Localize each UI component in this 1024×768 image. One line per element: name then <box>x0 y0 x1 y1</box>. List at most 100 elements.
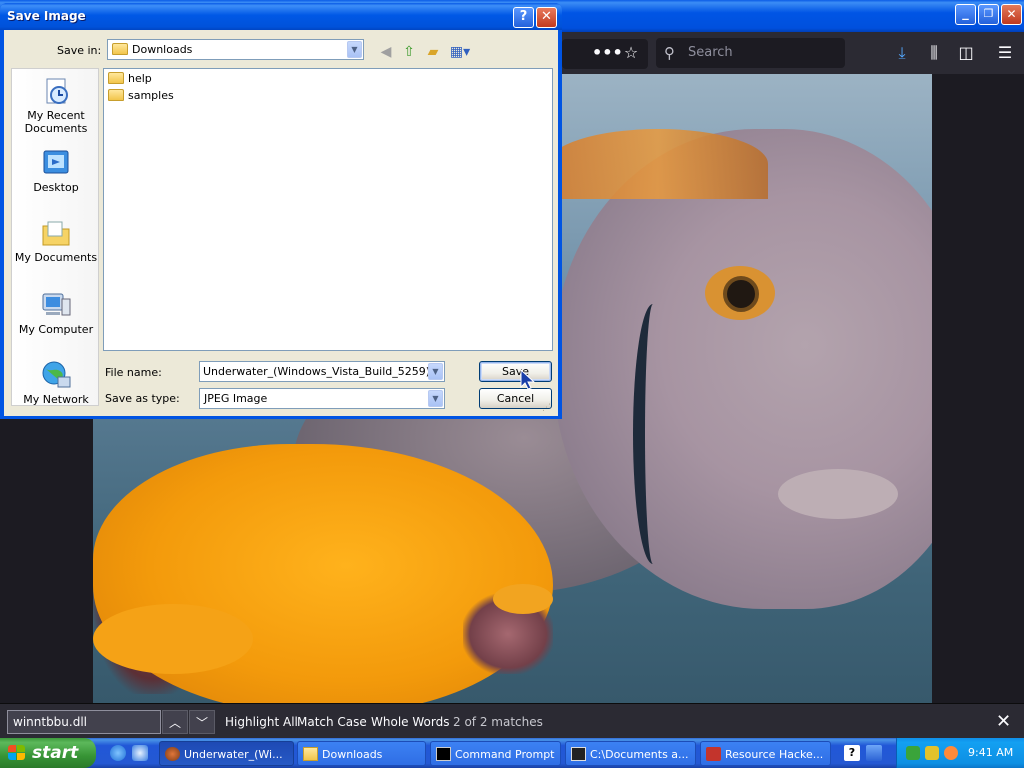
maximize-button[interactable]: ❐ <box>978 4 999 25</box>
file-name-label: File name: <box>105 366 162 379</box>
task-label: Underwater_(Wi... <box>184 748 283 761</box>
recent-documents-icon <box>46 78 68 104</box>
fish-stripe-shape <box>633 304 673 564</box>
find-status: 2 of 2 matches <box>453 715 543 729</box>
dialog-title: Save Image <box>7 9 86 23</box>
file-name-value: Underwater_(Windows_Vista_Build_5259).jp… <box>203 365 445 378</box>
network-icon[interactable] <box>906 746 920 760</box>
download-icon[interactable]: ⤓ <box>891 43 913 63</box>
task-downloads[interactable]: Downloads <box>297 741 426 766</box>
dialog-body: Save in: Downloads ▼ ◀ ⇧ ▰ ▦▾ My Recent … <box>4 30 558 416</box>
match-case-toggle[interactable]: Match Case <box>297 715 367 729</box>
save-in-label: Save in: <box>57 44 102 57</box>
list-item[interactable]: help <box>108 71 152 87</box>
fish-band-shape <box>548 129 768 199</box>
save-image-dialog: Save Image ? ✕ Save in: Downloads ▼ ◀ ⇧ … <box>0 3 562 419</box>
task-7zip[interactable]: C:\Documents a... <box>565 741 696 766</box>
place-desktop[interactable]: Desktop <box>12 147 98 194</box>
desktop-icon <box>43 150 69 174</box>
search-icon: ⚲ <box>664 44 675 62</box>
menu-icon[interactable]: ☰ <box>994 43 1016 63</box>
command-prompt-icon <box>436 747 451 761</box>
start-button[interactable]: start <box>0 738 96 768</box>
dialog-titlebar[interactable]: Save Image ? ✕ <box>0 3 562 30</box>
place-label: Desktop <box>33 181 79 194</box>
close-window-button[interactable]: ✕ <box>1001 4 1022 25</box>
save-in-value: Downloads <box>132 43 193 56</box>
find-bar: winntbbu.dll ︿ ﹀ Highlight All Match Cas… <box>0 703 1024 739</box>
help-icon[interactable]: ? <box>844 745 860 761</box>
search-tray-icon[interactable] <box>944 746 958 760</box>
start-label: start <box>32 743 79 763</box>
places-bar: My Recent Documents Desktop My Documents… <box>11 68 99 406</box>
resource-hacker-icon <box>706 747 721 761</box>
bookmark-star-icon[interactable]: ☆ <box>620 43 642 63</box>
place-my-recent-documents[interactable]: My Recent Documents <box>12 75 98 135</box>
file-list[interactable]: help samples <box>103 68 553 351</box>
folder-icon <box>108 89 124 101</box>
show-desktop-icon[interactable] <box>132 745 148 761</box>
new-folder-icon[interactable]: ▰ <box>424 43 442 61</box>
place-label: My Computer <box>18 323 94 336</box>
my-computer-icon <box>42 293 71 316</box>
minimize-button[interactable]: _ <box>955 4 976 25</box>
back-icon[interactable]: ◀ <box>377 43 395 61</box>
taskbar: start Underwater_(Wi... Downloads Comman… <box>0 738 1024 768</box>
sidebar-icon[interactable]: ◫ <box>955 43 977 63</box>
task-label: Resource Hacke... <box>725 748 824 761</box>
folder-icon <box>108 72 124 84</box>
task-label: Command Prompt <box>455 748 555 761</box>
chevron-down-icon: ▼ <box>347 41 362 58</box>
internet-explorer-icon[interactable] <box>110 745 126 761</box>
task-underwater[interactable]: Underwater_(Wi... <box>159 741 294 766</box>
folder-icon <box>303 747 318 761</box>
dialog-close-button[interactable]: ✕ <box>536 7 557 28</box>
browser-icon <box>165 747 180 761</box>
save-as-type-value: JPEG Image <box>204 392 268 405</box>
page-margin-right <box>932 74 1024 703</box>
place-label: My Documents <box>14 251 98 264</box>
file-name: help <box>128 72 152 85</box>
library-icon[interactable]: ⫼ <box>923 43 945 63</box>
view-menu-icon[interactable]: ▦▾ <box>448 43 472 61</box>
save-button[interactable]: Save <box>479 361 552 382</box>
save-in-dropdown[interactable]: Downloads ▼ <box>107 39 364 60</box>
security-icon[interactable] <box>925 746 939 760</box>
task-label: Downloads <box>322 748 383 761</box>
save-as-type-dropdown[interactable]: JPEG Image ▼ <box>199 388 445 409</box>
clock: 9:41 AM <box>968 746 1014 759</box>
page-actions-icon[interactable]: ••• <box>592 43 623 63</box>
place-label: My Network <box>23 393 89 406</box>
task-label: C:\Documents a... <box>590 748 689 761</box>
windows-logo-icon <box>8 745 26 761</box>
search-input[interactable]: ⚲ Search <box>656 38 845 68</box>
highlight-all-toggle[interactable]: Highlight All <box>225 715 298 729</box>
task-command-prompt[interactable]: Command Prompt <box>430 741 561 766</box>
task-resource-hacker[interactable]: Resource Hacke... <box>700 741 831 766</box>
list-item[interactable]: samples <box>108 88 174 104</box>
resize-grip-icon[interactable]: ⋰ <box>542 403 554 415</box>
fish-lip-shape <box>778 469 898 519</box>
up-folder-icon[interactable]: ⇧ <box>400 43 418 61</box>
file-name: samples <box>128 89 174 102</box>
yellow-fin-shape <box>93 604 253 674</box>
my-network-icon <box>42 361 71 388</box>
place-my-network[interactable]: My Network <box>12 359 98 406</box>
find-close-button[interactable]: ✕ <box>996 712 1011 732</box>
whole-words-toggle[interactable]: Whole Words <box>371 715 449 729</box>
my-documents-icon <box>42 221 70 246</box>
chevron-down-icon: ▼ <box>428 363 443 380</box>
place-label: My Recent Documents <box>24 109 88 135</box>
find-next-button[interactable]: ﹀ <box>189 710 215 734</box>
help-button[interactable]: ? <box>513 7 534 28</box>
place-my-documents[interactable]: My Documents <box>12 217 98 264</box>
find-previous-button[interactable]: ︿ <box>162 710 188 734</box>
7zip-icon <box>571 747 586 761</box>
save-as-type-label: Save as type: <box>105 392 180 405</box>
small-fish-shape <box>493 584 553 614</box>
place-my-computer[interactable]: My Computer <box>12 289 98 336</box>
file-name-field[interactable]: Underwater_(Windows_Vista_Build_5259).jp… <box>199 361 445 382</box>
task-overflow-icon[interactable] <box>866 745 882 761</box>
find-input[interactable]: winntbbu.dll <box>7 710 161 734</box>
chevron-down-icon: ▼ <box>428 390 443 407</box>
